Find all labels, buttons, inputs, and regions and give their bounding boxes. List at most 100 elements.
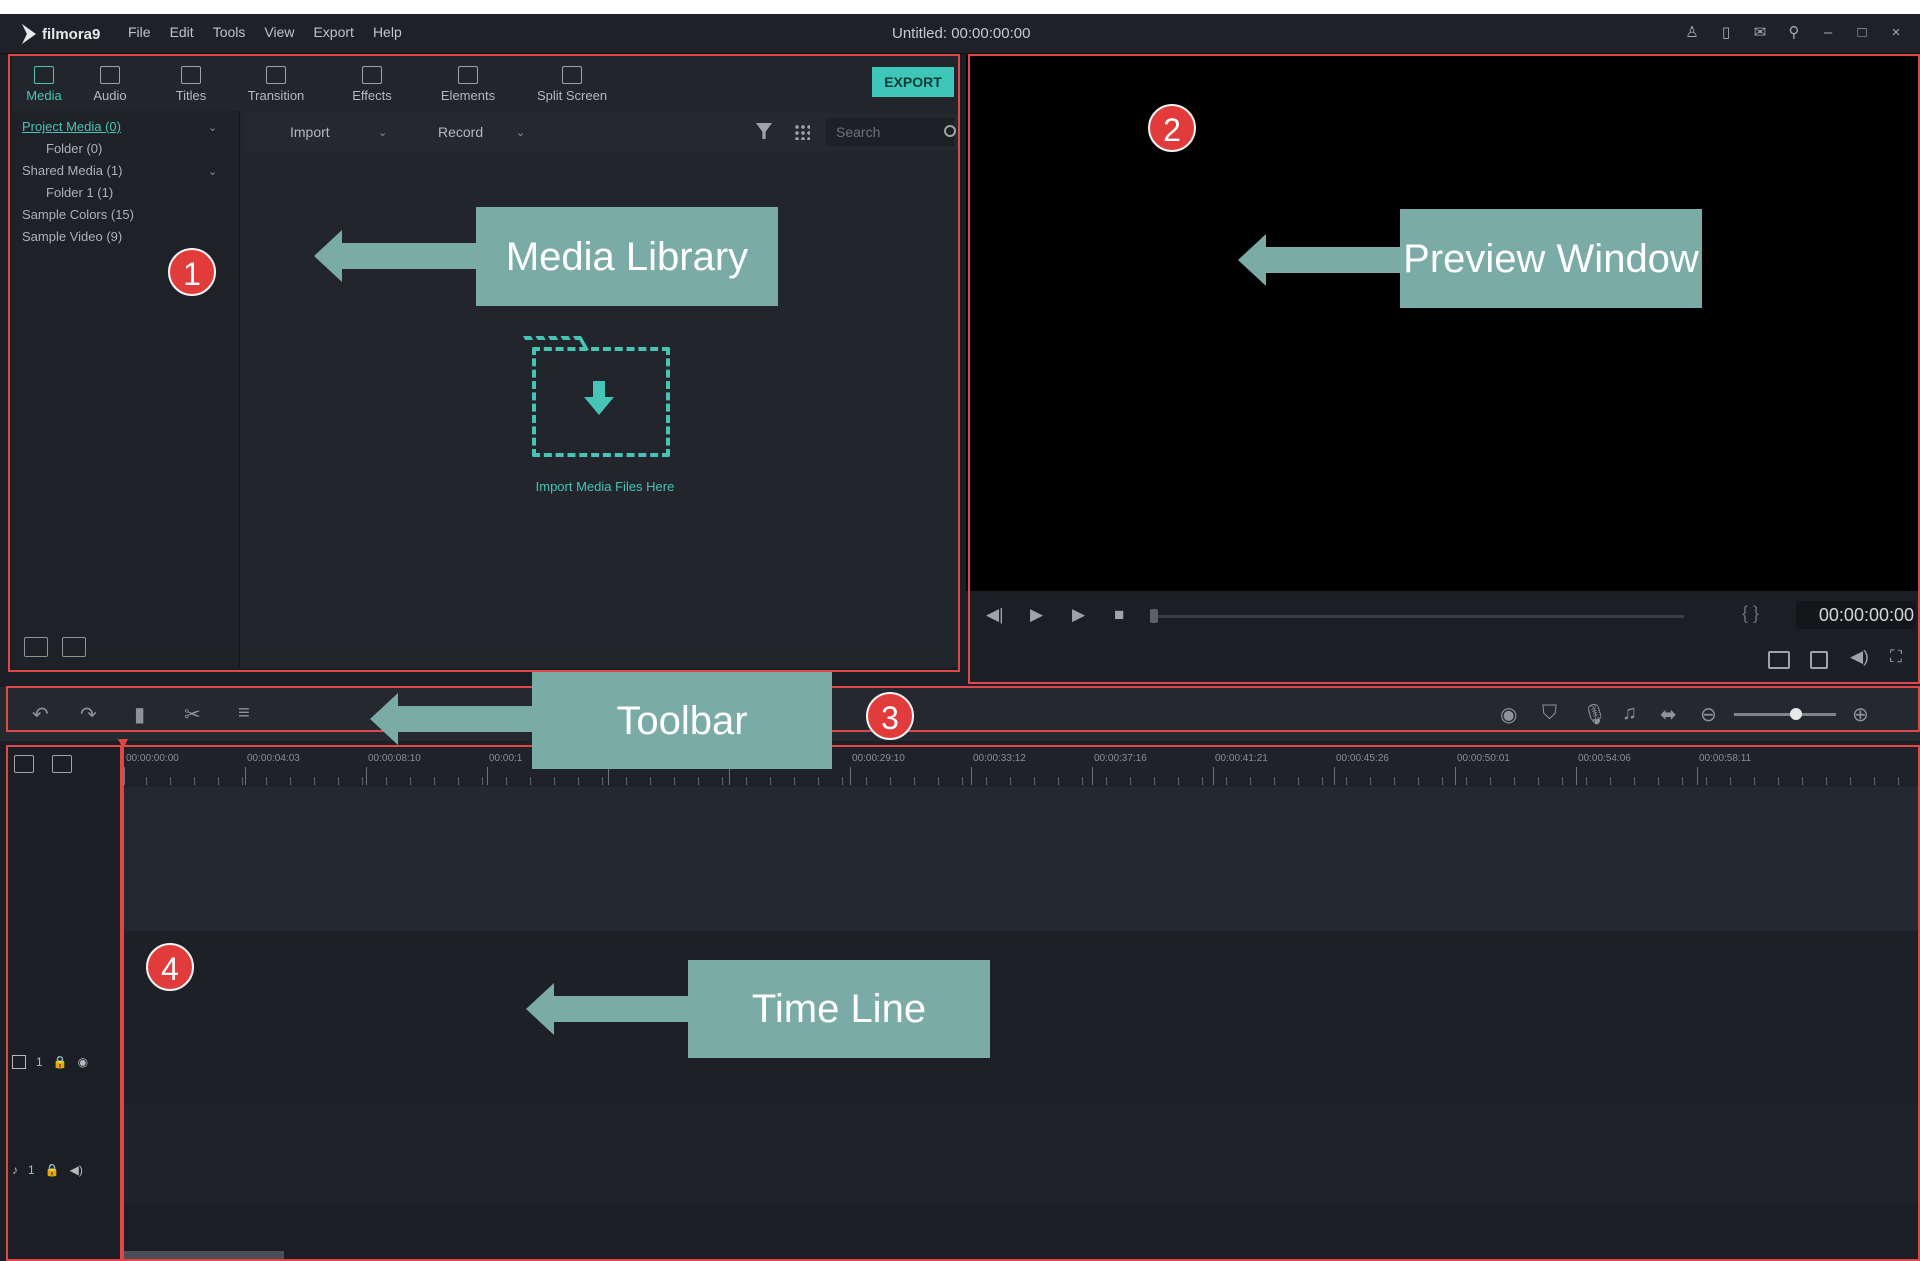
menu-view[interactable]: View (264, 24, 294, 40)
audio-track-lane[interactable] (122, 1103, 1920, 1205)
menu-tools[interactable]: Tools (213, 24, 246, 40)
zoom-slider[interactable] (1734, 713, 1836, 716)
filmora-logo-icon (22, 24, 36, 44)
timeline-scrollbar[interactable] (124, 1251, 284, 1261)
badge-2: 2 (1148, 104, 1196, 152)
tab-label: Effects (352, 88, 392, 103)
callout-arrow-head (526, 983, 554, 1035)
music-note-icon: ♪ (12, 1163, 18, 1177)
maximize-icon[interactable]: □ (1852, 22, 1872, 44)
menu-help[interactable]: Help (373, 24, 402, 40)
account-icon[interactable]: ♙ (1682, 22, 1702, 44)
tab-media[interactable]: Media (22, 55, 66, 111)
chevron-down-icon[interactable]: ⌄ (378, 126, 387, 139)
cut-icon[interactable]: ✂ (184, 702, 201, 727)
chevron-down-icon[interactable]: ⌄ (516, 126, 525, 139)
sidebar-item-shared-media[interactable]: Shared Media (1) (22, 163, 122, 178)
search-icon[interactable] (944, 125, 956, 137)
timeline-footer (122, 1205, 1920, 1261)
tab-split-screen[interactable]: Split Screen (516, 55, 628, 111)
step-back-icon[interactable]: ◀| (986, 605, 1004, 625)
zoom-slider-handle[interactable] (1790, 708, 1802, 720)
tab-elements[interactable]: Elements (420, 55, 516, 111)
minimize-icon[interactable]: – (1818, 22, 1838, 44)
undo-icon[interactable]: ↶ (32, 702, 49, 727)
ruler-tick-label: 00:00:33:12 (973, 753, 1026, 764)
ruler-major-tick (366, 767, 367, 785)
track-headers: 1 🔒 ◉ ♪ 1 🔒 ◀) (0, 743, 122, 1261)
filter-icon[interactable] (756, 123, 772, 139)
title-text-icon (181, 66, 201, 84)
chevron-down-icon[interactable]: ⌄ (208, 121, 217, 134)
fit-timeline-icon[interactable]: ⬌ (1660, 702, 1677, 727)
tab-label: Elements (440, 88, 496, 103)
delete-icon[interactable]: ▮ (134, 702, 145, 727)
chevron-down-icon[interactable]: ⌄ (208, 165, 217, 178)
audio-mixer-icon[interactable]: ♫ (1622, 702, 1637, 725)
mail-icon[interactable]: ✉ (1750, 22, 1770, 44)
tab-audio[interactable]: Audio (66, 55, 154, 111)
playback-scrubber[interactable] (1156, 615, 1684, 618)
search-input[interactable]: Search (826, 118, 954, 146)
record-dropdown[interactable]: Record (438, 124, 483, 140)
ruler-major-tick (729, 767, 730, 785)
lock-icon[interactable]: 🔒 (53, 1055, 68, 1069)
document-icon[interactable]: ▯ (1716, 22, 1736, 44)
render-icon[interactable]: ◉ (1500, 702, 1517, 727)
tab-titles[interactable]: Titles (154, 55, 228, 111)
sidebar-item-sample-colors[interactable]: Sample Colors (15) (22, 207, 134, 222)
export-button[interactable]: EXPORT (872, 67, 954, 97)
volume-icon[interactable]: ◀) (1850, 647, 1869, 667)
stop-icon[interactable]: ■ (1114, 605, 1124, 625)
badge-3: 3 (866, 692, 914, 740)
voiceover-mic-icon[interactable]: 🎙 (1582, 702, 1607, 727)
timeline-header-icons (14, 755, 72, 773)
title-bar: filmora9 File Edit Tools View Export Hel… (0, 14, 1920, 54)
link-icon[interactable] (52, 755, 72, 773)
speaker-icon[interactable]: ◀) (70, 1163, 83, 1177)
sidebar-item-sample-video[interactable]: Sample Video (9) (22, 229, 122, 244)
menu-file[interactable]: File (128, 24, 151, 40)
tab-transition[interactable]: Transition (228, 55, 324, 111)
aspect-ratio-icon[interactable] (1810, 651, 1828, 669)
step-forward-icon[interactable]: ▶ (1072, 605, 1085, 625)
video-track-lane[interactable] (122, 931, 1920, 1103)
arrow-head (584, 397, 614, 415)
tab-effects[interactable]: Effects (324, 55, 420, 111)
notification-icon[interactable]: ⚲ (1784, 22, 1804, 44)
scrubber-handle[interactable] (1150, 609, 1158, 623)
adjust-icon[interactable]: ≡ (238, 702, 250, 725)
split-screen-icon (562, 66, 582, 84)
zoom-in-icon[interactable]: ⊕ (1852, 702, 1869, 727)
grid-view-icon[interactable] (794, 124, 810, 140)
add-track-icon[interactable] (14, 755, 34, 773)
ruler-major-tick (971, 767, 972, 785)
timeline-ruler[interactable]: 00:00:00:00 00:00:04:03 00:00:08:10 00:00:1… (122, 743, 1920, 787)
import-hint[interactable]: Import Media Files Here (480, 479, 730, 494)
lock-icon[interactable]: 🔒 (45, 1163, 60, 1177)
play-icon[interactable]: ▶ (1030, 605, 1043, 625)
ruler-major-tick (487, 767, 488, 785)
ruler-major-tick (608, 767, 609, 785)
new-folder-icon[interactable] (24, 637, 48, 657)
menu-export[interactable]: Export (313, 24, 353, 40)
time-line-callout: Time Line (688, 960, 990, 1058)
zoom-out-icon[interactable]: ⊖ (1700, 702, 1717, 727)
sidebar-item-folder-1[interactable]: Folder 1 (1) (46, 185, 113, 200)
eye-icon[interactable]: ◉ (78, 1055, 88, 1069)
video-track-number: 1 (36, 1055, 43, 1069)
snapshot-icon[interactable] (1768, 651, 1790, 669)
sidebar-item-project-media[interactable]: Project Media (0) (22, 119, 121, 134)
import-dropdown[interactable]: Import (290, 124, 330, 140)
menu-edit[interactable]: Edit (170, 24, 194, 40)
sidebar-item-folder[interactable]: Folder (0) (46, 141, 102, 156)
playhead[interactable] (122, 743, 124, 1261)
timeline-track-area[interactable] (122, 787, 1920, 931)
video-track-header: 1 🔒 ◉ (12, 1055, 88, 1069)
close-icon[interactable]: × (1886, 22, 1906, 44)
redo-icon[interactable]: ↷ (80, 702, 97, 727)
fullscreen-icon[interactable]: ⛶ (1890, 647, 1902, 667)
mark-in-out-icon[interactable]: { } (1742, 603, 1759, 624)
marker-icon[interactable]: ⛉ (1542, 702, 1557, 725)
folder-icon[interactable] (62, 637, 86, 657)
